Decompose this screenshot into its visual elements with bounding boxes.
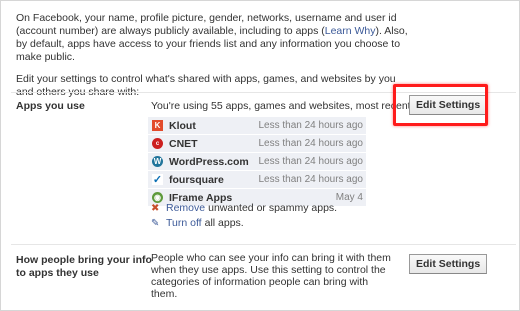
turn-off-apps-link[interactable]: Turn off: [166, 217, 202, 229]
people-bring-info-description: People who can see your info can bring i…: [151, 252, 391, 300]
app-row-foursquare[interactable]: ✓ foursquare Less than 24 hours ago: [148, 171, 366, 188]
app-last-used: May 4: [335, 192, 363, 203]
turn-off-apps-line: ✎ Turn off all apps.: [151, 217, 244, 229]
settings-panel: On Facebook, your name, profile picture,…: [0, 0, 520, 311]
apps-you-use-label: Apps you use: [16, 100, 85, 112]
app-name: WordPress.com: [169, 155, 249, 168]
foursquare-icon: ✓: [152, 174, 163, 186]
intro-paragraph-2: Edit your settings to control what's sha…: [16, 73, 396, 98]
highlight-box: [393, 84, 488, 126]
intro-paragraph-1: On Facebook, your name, profile picture,…: [16, 12, 408, 63]
remove-apps-line: ✖ Remove unwanted or spammy apps.: [151, 202, 337, 214]
app-row-wordpress[interactable]: W WordPress.com Less than 24 hours ago: [148, 153, 366, 170]
app-last-used: Less than 24 hours ago: [258, 174, 363, 185]
app-name: Klout: [169, 119, 196, 132]
klout-icon: K: [152, 120, 163, 131]
remove-icon: ✖: [151, 202, 160, 214]
app-row-klout[interactable]: K Klout Less than 24 hours ago: [148, 117, 366, 134]
turn-off-apps-text: all apps.: [204, 217, 244, 229]
remove-apps-link[interactable]: Remove: [166, 202, 205, 214]
intro-text: On Facebook, your name, profile picture,…: [16, 12, 416, 108]
people-edit-settings-button[interactable]: Edit Settings: [409, 254, 488, 274]
app-row-cnet[interactable]: c CNET Less than 24 hours ago: [148, 135, 366, 152]
app-last-used: Less than 24 hours ago: [258, 156, 363, 167]
people-bring-info-label: How people bring your info to apps they …: [16, 254, 152, 279]
learn-why-link[interactable]: Learn Why: [325, 25, 376, 37]
section-divider: [11, 244, 516, 245]
remove-apps-text: unwanted or spammy apps.: [208, 202, 338, 214]
wordpress-icon: W: [152, 156, 163, 167]
app-name: foursquare: [169, 173, 224, 186]
recent-apps-list: K Klout Less than 24 hours ago c CNET Le…: [148, 117, 366, 207]
app-last-used: Less than 24 hours ago: [258, 138, 363, 149]
cnet-icon: c: [152, 138, 163, 149]
app-last-used: Less than 24 hours ago: [258, 120, 363, 131]
pencil-icon: ✎: [151, 217, 160, 229]
app-name: CNET: [169, 137, 198, 150]
apps-summary: You're using 55 apps, games and websites…: [151, 100, 422, 112]
